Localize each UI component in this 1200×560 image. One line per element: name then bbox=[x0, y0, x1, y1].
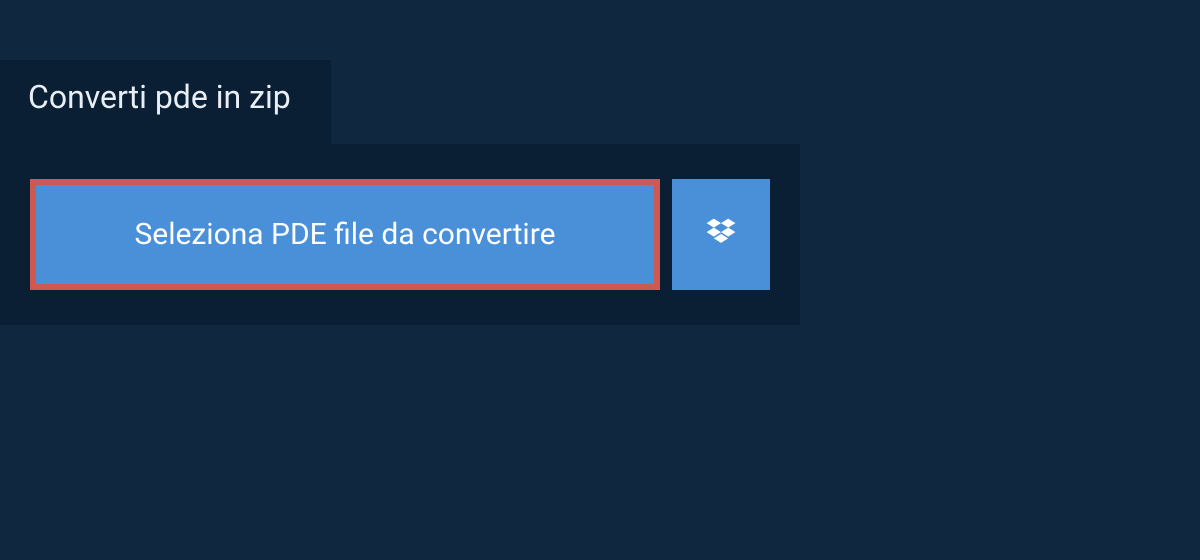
select-file-button[interactable]: Seleziona PDE file da convertire bbox=[30, 179, 660, 290]
dropbox-icon bbox=[703, 215, 739, 255]
select-file-label: Seleziona PDE file da convertire bbox=[134, 217, 555, 252]
content-panel: Seleziona PDE file da convertire bbox=[0, 144, 800, 325]
tab-convert[interactable]: Converti pde in zip bbox=[0, 60, 331, 144]
dropbox-button[interactable] bbox=[672, 179, 770, 290]
tab-label: Converti pde in zip bbox=[28, 78, 291, 116]
tab-bar: Converti pde in zip Seleziona PDE file d… bbox=[0, 60, 1200, 325]
button-row: Seleziona PDE file da convertire bbox=[30, 179, 770, 290]
